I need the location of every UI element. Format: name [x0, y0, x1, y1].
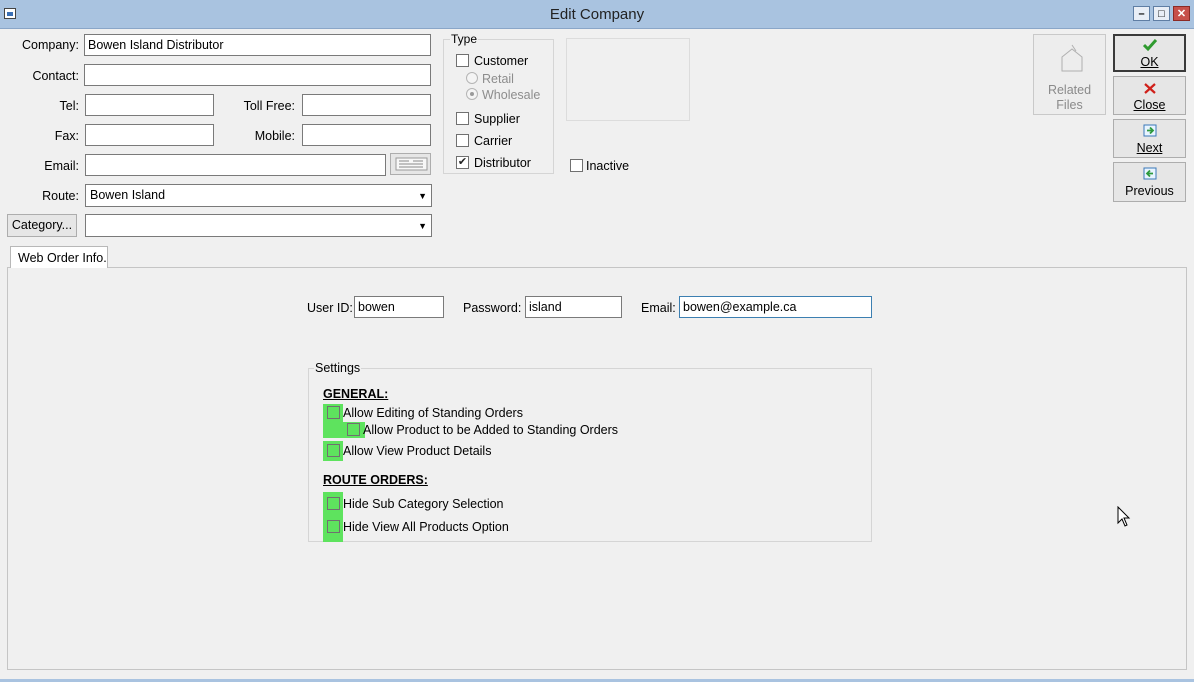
company-label: Company: [22, 38, 79, 52]
mobile-label: Mobile: [254, 129, 295, 143]
user-id-label: User ID: [307, 301, 353, 315]
general-heading: GENERAL: [323, 387, 389, 401]
type-group-label: Type [450, 32, 479, 46]
carrier-checkbox[interactable] [456, 134, 469, 147]
contact-input[interactable] [84, 64, 431, 86]
next-label: Next [1136, 141, 1163, 155]
window-title: Edit Company [549, 6, 645, 23]
wholesale-label: Wholesale [482, 88, 541, 102]
category-select[interactable]: ▼ [85, 214, 432, 237]
settings-group-label: Settings [314, 361, 362, 375]
related-files-label-1: Related [1047, 83, 1092, 97]
next-arrow-icon [1143, 124, 1157, 137]
hide-sub-category-checkbox[interactable] [327, 497, 340, 510]
allow-view-details-label: Allow View Product Details [343, 444, 492, 458]
wholesale-radio[interactable] [466, 88, 478, 100]
supplier-label: Supplier [474, 112, 520, 126]
tel-label: Tel: [59, 99, 79, 113]
password-input[interactable]: island [525, 296, 622, 318]
related-files-button[interactable]: Related Files [1033, 34, 1106, 115]
mouse-cursor-icon [1117, 506, 1131, 527]
customer-label: Customer [474, 54, 529, 68]
close-label: Close [1133, 98, 1166, 112]
fax-label: Fax: [54, 129, 79, 143]
maximize-button[interactable]: □ [1153, 6, 1170, 21]
hide-sub-category-label: Hide Sub Category Selection [343, 497, 504, 511]
check-icon [1142, 39, 1158, 52]
email-compose-icon [395, 157, 428, 171]
previous-label: Previous [1125, 184, 1174, 198]
allow-product-added-checkbox[interactable] [347, 423, 360, 436]
logo-placeholder[interactable] [566, 38, 690, 121]
retail-radio[interactable] [466, 72, 478, 84]
related-files-icon [1061, 44, 1083, 72]
email-label: Email: [44, 159, 79, 173]
toll-free-label: Toll Free: [243, 99, 295, 113]
carrier-label: Carrier [474, 134, 513, 148]
tab-web-order-info[interactable]: Web Order Info. [10, 246, 108, 268]
hide-view-all-checkbox[interactable] [327, 520, 340, 533]
allow-view-details-checkbox[interactable] [327, 444, 340, 457]
email-input[interactable] [85, 154, 386, 176]
password-label: Password: [463, 301, 522, 315]
allow-product-added-label: Allow Product to be Added to Standing Or… [363, 423, 619, 437]
supplier-checkbox[interactable] [456, 112, 469, 125]
inactive-checkbox[interactable] [570, 159, 583, 172]
previous-arrow-icon [1143, 167, 1157, 180]
contact-label: Contact: [32, 69, 79, 83]
mobile-input[interactable] [302, 124, 431, 146]
inactive-label: Inactive [586, 159, 630, 173]
related-files-label-2: Files [1056, 98, 1083, 112]
ok-label: OK [1140, 55, 1159, 69]
hide-view-all-label: Hide View All Products Option [343, 520, 509, 534]
close-window-button[interactable]: ✕ [1173, 6, 1190, 21]
next-button[interactable]: Next [1113, 119, 1186, 158]
category-button[interactable]: Category... [7, 214, 77, 237]
close-button[interactable]: Close [1113, 76, 1186, 115]
retail-label: Retail [482, 72, 514, 86]
tel-input[interactable] [85, 94, 214, 116]
x-icon [1144, 83, 1156, 94]
title-bar: Edit Company – □ ✕ [0, 0, 1194, 29]
web-email-input[interactable]: bowen@example.ca [679, 296, 872, 318]
allow-editing-label: Allow Editing of Standing Orders [343, 406, 523, 420]
previous-button[interactable]: Previous [1113, 162, 1186, 202]
route-label: Route: [42, 189, 79, 203]
tab-label: Web Order Info. [18, 251, 107, 265]
web-email-label: Email: [641, 301, 676, 315]
route-select[interactable]: Bowen Island ▼ [85, 184, 432, 207]
company-input[interactable]: Bowen Island Distributor [84, 34, 431, 56]
toll-free-input[interactable] [302, 94, 431, 116]
route-orders-heading: ROUTE ORDERS: [323, 473, 428, 487]
minimize-button[interactable]: – [1133, 6, 1150, 21]
chevron-down-icon: ▼ [418, 191, 427, 201]
distributor-checkbox[interactable]: ✔ [456, 156, 469, 169]
user-id-input[interactable]: bowen [354, 296, 444, 318]
distributor-label: Distributor [474, 156, 531, 170]
fax-input[interactable] [85, 124, 214, 146]
ok-button[interactable]: OK [1113, 34, 1186, 72]
allow-editing-checkbox[interactable] [327, 406, 340, 419]
chevron-down-icon: ▼ [418, 221, 427, 231]
customer-checkbox[interactable] [456, 54, 469, 67]
route-select-value: Bowen Island [90, 188, 166, 202]
email-compose-button[interactable] [390, 153, 431, 175]
